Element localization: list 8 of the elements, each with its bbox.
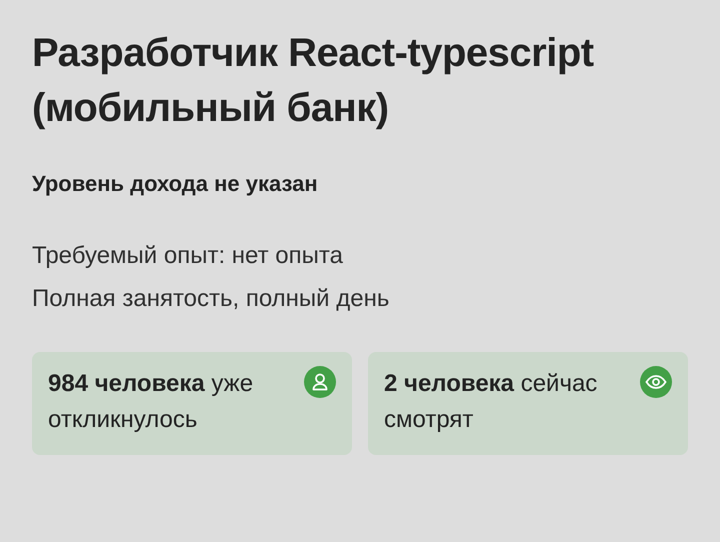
stat-text: 984 человека уже откликнулось bbox=[48, 369, 254, 435]
vacancy-title: Разработчик React-typescript (мобильный банк) bbox=[32, 30, 595, 132]
stat-text: 2 человека сейчас смотрят bbox=[384, 369, 598, 435]
detail-text: Полная занятость, полный день bbox=[32, 285, 390, 313]
eye-icon bbox=[640, 366, 672, 398]
detail-text: Требуемый опыт: нет опыта bbox=[32, 242, 344, 270]
person-icon bbox=[304, 366, 336, 398]
salary-text: Уровень дохода не указан bbox=[32, 170, 319, 198]
